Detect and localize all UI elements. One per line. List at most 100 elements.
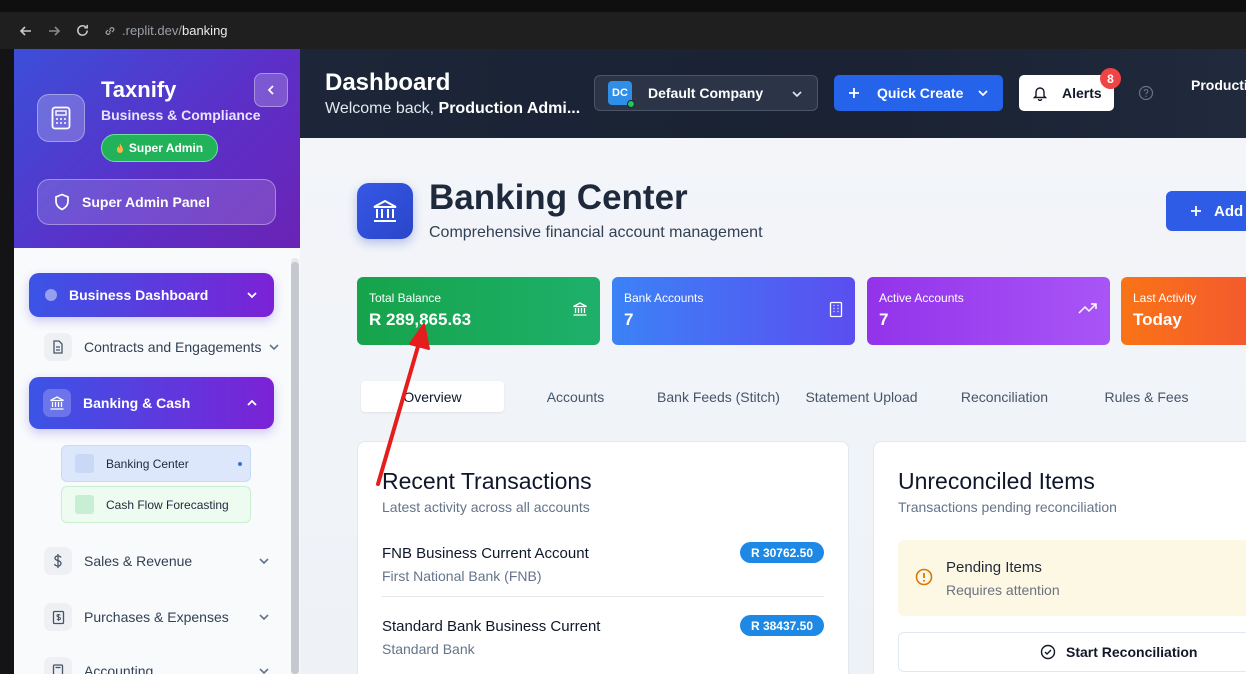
stat-label: Bank Accounts	[624, 291, 704, 305]
sidebar: Taxnify Business & Compliance Super Admi…	[14, 49, 300, 674]
header-welcome: Welcome back, Production Admi...	[325, 100, 580, 118]
nav-purchases-and-expenses[interactable]: Purchases & Expenses	[44, 599, 274, 635]
plus-icon	[849, 88, 859, 98]
chevron-down-icon	[269, 344, 279, 351]
sidebar-header: Taxnify Business & Compliance Super Admi…	[14, 49, 300, 248]
quick-create-button[interactable]: Quick Create	[834, 75, 1003, 111]
nav-sales-label: Sales & Revenue	[84, 553, 193, 569]
browser-toolbar: .replit.dev/banking	[0, 12, 1246, 49]
bell-icon	[1033, 87, 1047, 101]
chevron-left-icon	[267, 85, 274, 95]
nav-accounting[interactable]: Accounting	[44, 653, 274, 674]
banking-center-icon	[75, 454, 94, 473]
nav-banking-center[interactable]: Banking Center	[61, 445, 251, 482]
help-icon[interactable]	[1138, 85, 1154, 101]
document-icon	[44, 333, 72, 361]
check-circle-icon	[1040, 644, 1056, 660]
nav-banking-and-cash[interactable]: Banking & Cash	[29, 377, 274, 429]
address-bar[interactable]: .replit.dev/banking	[104, 17, 228, 45]
tab-rules-and-fees[interactable]: Rules & Fees	[1075, 381, 1218, 412]
window-left-edge	[0, 49, 14, 674]
tab-bank-feeds[interactable]: Bank Feeds (Stitch)	[647, 381, 790, 412]
start-reconciliation-button[interactable]: Start Reconciliation	[898, 632, 1246, 672]
tab-overview[interactable]: Overview	[361, 381, 504, 412]
super-admin-badge: Super Admin	[101, 134, 218, 162]
amount-badge: R 38437.50	[739, 615, 824, 636]
url-host: .replit.dev/	[122, 23, 182, 38]
calculator-icon	[44, 657, 72, 674]
recent-transactions-card: Recent Transactions Latest activity acro…	[357, 441, 849, 674]
stat-value: 7	[879, 310, 889, 329]
stat-label: Total Balance	[369, 291, 442, 305]
nav-banking-label: Banking & Cash	[83, 395, 191, 411]
card-subtitle: Transactions pending reconciliation	[898, 499, 1117, 515]
company-avatar: DC	[608, 81, 635, 108]
bank-name: First National Bank (FNB)	[382, 568, 542, 584]
shield-icon	[55, 193, 69, 211]
top-header: Dashboard Welcome back, Production Admi.…	[300, 49, 1246, 138]
bank-icon	[357, 183, 413, 239]
stat-value: 7	[624, 310, 634, 329]
brand-name: Taxnify	[101, 77, 177, 102]
pending-subtitle: Requires attention	[946, 582, 1060, 598]
chevron-down-icon	[978, 90, 988, 97]
tab-bar: Overview Accounts Bank Feeds (Stitch) St…	[357, 374, 1246, 419]
welcome-prefix: Welcome back,	[325, 100, 439, 117]
sidebar-scrollbar-thumb[interactable]	[291, 262, 299, 674]
page-title: Banking Center	[429, 178, 688, 217]
quick-create-label: Quick Create	[877, 85, 964, 101]
header-title: Dashboard	[325, 69, 451, 96]
user-menu[interactable]: Productio	[1191, 77, 1246, 93]
unreconciled-items-card: Unreconciled Items Transactions pending …	[873, 441, 1246, 674]
nav-sales-and-revenue[interactable]: Sales & Revenue	[44, 543, 274, 579]
welcome-name: Production Admi...	[438, 100, 581, 117]
alert-circle-icon	[915, 568, 933, 586]
alerts-count-badge: 8	[1100, 68, 1121, 89]
forward-icon[interactable]	[42, 19, 66, 43]
chevron-up-icon	[247, 399, 257, 406]
bank-icon	[573, 302, 587, 316]
nav-business-dashboard[interactable]: Business Dashboard	[29, 273, 274, 317]
window-top-strip	[0, 0, 1246, 12]
chevron-down-icon	[259, 614, 269, 621]
nav-cash-flow-label: Cash Flow Forecasting	[106, 497, 229, 512]
pending-items-alert: Pending Items Requires attention	[898, 540, 1246, 616]
company-selector[interactable]: DC Default Company	[594, 75, 818, 111]
cash-flow-icon	[75, 495, 94, 514]
alerts-label: Alerts	[1062, 85, 1102, 101]
add-button-label: Add	[1214, 202, 1244, 220]
chevron-down-icon	[259, 558, 269, 565]
transaction-row[interactable]: FNB Business Current Account First Natio…	[382, 542, 824, 584]
card-subtitle: Latest activity across all accounts	[382, 499, 590, 515]
nav-contracts-and-engagements[interactable]: Contracts and Engagements	[44, 329, 279, 365]
building-icon	[829, 301, 843, 318]
collapse-sidebar-button[interactable]	[254, 73, 288, 107]
stat-active-accounts: Active Accounts 7	[867, 277, 1110, 345]
start-reconciliation-label: Start Reconciliation	[1066, 644, 1198, 660]
divider	[382, 596, 824, 597]
super-admin-panel-button[interactable]: Super Admin Panel	[37, 179, 276, 225]
tab-accounts[interactable]: Accounts	[504, 381, 647, 412]
nav-purchases-label: Purchases & Expenses	[84, 609, 229, 625]
back-icon[interactable]	[14, 19, 38, 43]
active-dot-icon	[238, 462, 242, 466]
calculator-logo-icon	[37, 94, 85, 142]
stat-value: R 289,865.63	[369, 310, 472, 329]
nav-banking-center-label: Banking Center	[106, 456, 189, 471]
reload-icon[interactable]	[70, 19, 94, 43]
chevron-down-icon	[247, 292, 257, 299]
dot-icon	[45, 289, 57, 301]
card-title: Recent Transactions	[382, 468, 592, 494]
page-subtitle: Comprehensive financial account manageme…	[429, 224, 763, 241]
url-path: banking	[181, 23, 228, 38]
tab-reconciliation[interactable]: Reconciliation	[933, 381, 1076, 412]
flame-icon	[116, 142, 123, 153]
pending-title: Pending Items	[946, 559, 1042, 576]
nav-cash-flow-forecasting[interactable]: Cash Flow Forecasting	[61, 486, 251, 523]
nav-contracts-label: Contracts and Engagements	[84, 339, 262, 355]
nav-accounting-label: Accounting	[84, 663, 154, 674]
stat-bank-accounts: Bank Accounts 7	[612, 277, 855, 345]
tab-statement-upload[interactable]: Statement Upload	[790, 381, 933, 412]
add-account-button[interactable]: Add	[1166, 191, 1246, 231]
transaction-row[interactable]: Standard Bank Business Current Standard …	[382, 615, 824, 657]
